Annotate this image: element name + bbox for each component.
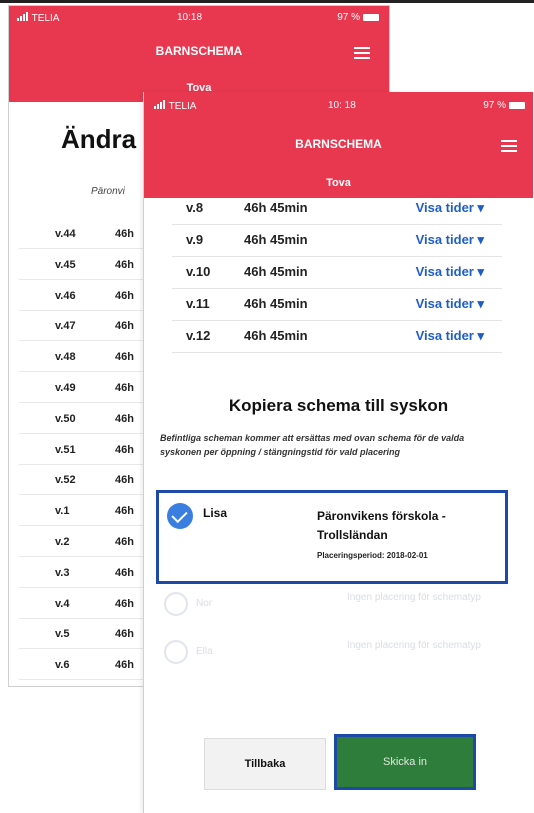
carrier-label: TELIA: [31, 13, 60, 24]
app-title: BARNSCHEMA: [155, 44, 243, 58]
placement-period: Placeringsperiod: 2018-02-01: [317, 551, 428, 560]
week-number: v.46: [55, 289, 76, 302]
week-hours: 46h: [115, 659, 134, 672]
carrier-label: TELIA: [168, 101, 197, 112]
week-hours: 46h: [115, 566, 134, 579]
week-hours: 46h: [115, 258, 134, 271]
app-title: BARNSCHEMA: [295, 137, 382, 151]
sibling-disabled-icon: [164, 592, 188, 616]
week-hours: 46h: [115, 289, 134, 302]
battery-icon: [363, 13, 379, 21]
week-number: v.12: [186, 328, 211, 343]
week-hours: 46h: [115, 351, 134, 364]
show-times-link[interactable]: Visa tider ▾: [416, 200, 484, 216]
week-hours: 46h: [115, 412, 134, 425]
child-name: Tova: [326, 177, 351, 189]
week-hours: 46h 45min: [244, 328, 308, 343]
show-times-link[interactable]: Visa tider ▾: [416, 328, 484, 344]
week-number: v.49: [55, 382, 76, 394]
week-hours: 46h 45min: [244, 200, 308, 215]
top-border: [0, 0, 534, 3]
status-time: 10: 18: [328, 100, 356, 111]
week-number: v.3: [55, 566, 70, 579]
sibling-disabled-name: Ella: [196, 646, 213, 657]
checkmark-icon[interactable]: [167, 503, 193, 529]
week-hours: 46h: [115, 228, 134, 240]
sibling-name: Lisa: [203, 506, 228, 520]
show-times-link[interactable]: Visa tider ▾: [416, 232, 484, 248]
battery-label: 97 %: [483, 100, 506, 111]
week-number: v.6: [55, 659, 70, 672]
week-row: v.11 46h 45min Visa tider ▾: [172, 288, 502, 321]
week-hours: 46h: [115, 443, 134, 456]
signal-icon: [17, 12, 29, 24]
week-row: v.12 46h 45min Visa tider ▾: [172, 320, 502, 353]
week-number: v.44: [55, 228, 76, 240]
school-label: Päronvi: [91, 186, 125, 197]
menu-icon[interactable]: [354, 47, 370, 59]
week-number: v.2: [55, 536, 70, 548]
week-number: v.52: [55, 474, 76, 487]
week-hours: 46h: [115, 536, 134, 548]
sibling-disabled-icon: [164, 640, 188, 664]
week-number: v.48: [55, 351, 76, 364]
week-number: v.9: [186, 232, 204, 247]
week-number: v.8: [186, 200, 204, 215]
week-hours: 46h 45min: [244, 264, 308, 279]
week-number: v.4: [55, 597, 70, 610]
sibling-disabled-note: Ingen placering för schematyp: [347, 640, 481, 651]
show-times-link[interactable]: Visa tider ▾: [416, 296, 484, 312]
week-number: v.47: [55, 320, 76, 333]
copy-description: Befintliga scheman kommer att ersättas m…: [160, 433, 465, 457]
week-number: v.50: [55, 412, 76, 425]
status-time: 10:18: [177, 12, 203, 23]
week-row: v.10 46h 45min Visa tider ▾: [172, 256, 502, 289]
app-header: TELIA 10:18 97 % BARNSCHEMA Tova: [9, 6, 389, 102]
week-row: v.8 46h 45min Visa tider ▾: [172, 192, 502, 225]
week-number: v.5: [55, 628, 70, 641]
week-number: v.10: [186, 264, 211, 279]
sibling-disabled-name: Nor: [196, 598, 213, 609]
week-hours: 46h: [115, 320, 134, 333]
battery-label: 97 %: [337, 12, 360, 23]
week-number: v.11: [186, 296, 210, 311]
week-hours: 46h: [115, 628, 134, 641]
status-carrier: TELIA: [154, 100, 196, 112]
page-title: Ändra: [61, 124, 137, 154]
submit-button[interactable]: Skicka in: [334, 734, 476, 790]
week-row: v.9 46h 45min Visa tider ▾: [172, 224, 502, 257]
back-button[interactable]: Tillbaka: [204, 738, 326, 790]
battery-icon: [509, 101, 525, 109]
sibling-card-selected[interactable]: Lisa Päronvikens förskola - Trollsländan…: [156, 490, 508, 584]
status-carrier: TELIA: [17, 12, 59, 24]
week-hours: 46h: [115, 505, 134, 518]
week-hours: 46h 45min: [244, 232, 308, 247]
week-number: v.1: [55, 505, 70, 518]
week-number: v.51: [55, 443, 76, 456]
copy-heading: Kopiera schema till syskon: [228, 396, 449, 415]
menu-icon[interactable]: [501, 140, 517, 152]
week-hours: 46h: [115, 597, 134, 610]
status-battery: 97 %: [337, 12, 379, 23]
week-number: v.45: [55, 258, 76, 271]
status-battery: 97 %: [483, 100, 525, 111]
week-hours: 46h: [115, 474, 134, 487]
signal-icon: [154, 100, 166, 112]
app-header: TELIA 10: 18 97 % BARNSCHEMA Tova: [144, 92, 533, 198]
foreground-phone-screen: TELIA 10: 18 97 % BARNSCHEMA Tova v.8 46h…: [143, 92, 533, 813]
sibling-school: Päronvikens förskola - Trollsländan: [317, 509, 446, 542]
week-hours: 46h: [115, 382, 134, 394]
sibling-disabled-note: Ingen placering för schematyp: [347, 592, 481, 603]
week-hours: 46h 45min: [244, 296, 308, 311]
show-times-link[interactable]: Visa tider ▾: [416, 264, 484, 280]
